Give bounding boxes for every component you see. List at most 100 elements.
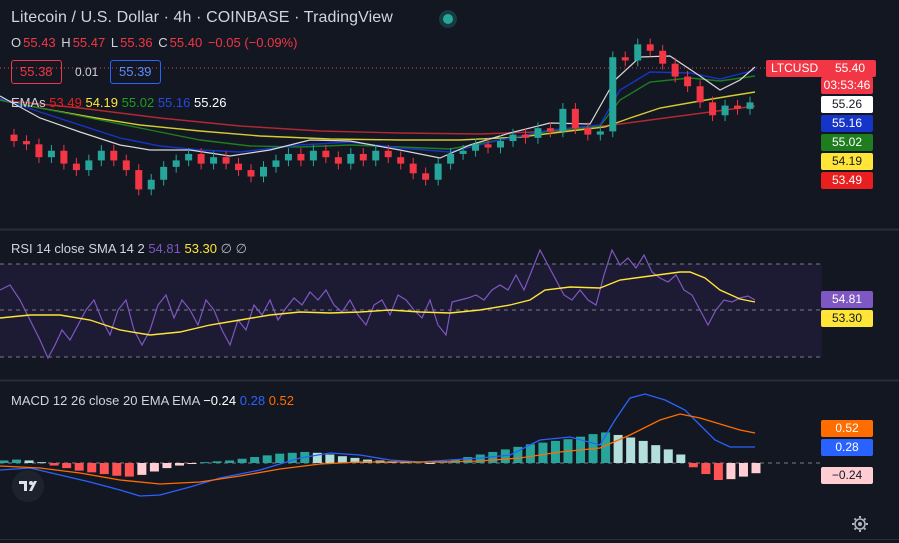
macd-histogram-bar: [601, 432, 611, 463]
ohlc-high-label: H: [61, 35, 71, 50]
macd-histogram: [0, 432, 761, 480]
rsi-legend[interactable]: RSI 14 close SMA 14 2 54.81 53.30 ∅ ∅: [11, 241, 247, 257]
macd-histogram-bar: [74, 463, 84, 471]
rsi-label: RSI 14 close SMA 14 2: [11, 241, 145, 256]
candle-body: [459, 150, 467, 154]
candle-body: [584, 128, 592, 135]
candle-body: [197, 153, 205, 164]
candle-body: [472, 144, 480, 151]
macd-histogram-bar: [162, 463, 172, 469]
candle-body: [434, 163, 442, 180]
candle-body: [135, 170, 143, 190]
macd-signal-tag: 0.52: [821, 420, 873, 437]
macd-histogram-bar: [62, 463, 72, 469]
macd-histogram-bar: [187, 463, 197, 464]
candle-body: [621, 57, 629, 61]
macd-histogram-bar: [701, 463, 711, 475]
candle-body: [10, 134, 18, 142]
macd-histogram-bar: [237, 458, 247, 463]
sell-button[interactable]: 55.38: [11, 60, 62, 84]
ema-value-green: 55.02: [121, 95, 155, 110]
candle-body: [521, 134, 529, 138]
rsi-value: 54.81: [148, 241, 181, 256]
ohlc-readout: O 55.43 H 55.47 L 55.36 C 55.40 −0.05 (−0.09…: [11, 35, 299, 50]
macd-legend[interactable]: MACD 12 26 close 20 EMA EMA −0.24 0.28 0…: [11, 393, 294, 408]
rsi-tag: 54.81: [821, 291, 873, 308]
candle-body: [372, 150, 380, 161]
tradingview-logo[interactable]: [12, 470, 44, 502]
candle-body: [397, 157, 405, 164]
macd-histogram-bar: [212, 461, 222, 463]
macd-histogram-bar: [24, 460, 34, 463]
ema-legend[interactable]: EMAs 53.49 54.19 55.02 55.16 55.26: [11, 95, 227, 110]
macd-histogram-bar: [688, 463, 698, 468]
ohlc-low: 55.36: [120, 35, 153, 50]
candle-body: [72, 163, 80, 171]
candle-body: [484, 144, 492, 148]
candle-body: [97, 150, 105, 161]
market-open-indicator: [443, 14, 453, 24]
rsi-sma-tag: 53.30: [821, 310, 873, 327]
macd-histogram-bar: [250, 457, 260, 463]
macd-histogram-bar: [751, 463, 761, 474]
bar-countdown: 03:53:46: [821, 77, 873, 94]
candle-body: [47, 150, 55, 158]
candle-body: [334, 157, 342, 164]
macd-histogram-bar: [638, 440, 648, 463]
macd-histogram-bar: [99, 463, 109, 475]
macd-histogram-bar: [275, 453, 285, 463]
candle-body: [509, 134, 517, 142]
ohlc-low-label: L: [110, 35, 119, 50]
candle-body: [122, 160, 130, 171]
candle-body: [609, 57, 617, 132]
ema-tag-white: 55.26: [821, 96, 873, 113]
candle-body: [259, 166, 267, 177]
macd-histogram-bar: [337, 456, 347, 463]
macd-histogram-bar: [149, 463, 159, 472]
last-price: 55.40: [835, 61, 866, 75]
macd-histogram-bar: [37, 462, 47, 464]
candle-body: [172, 160, 180, 167]
candle-body: [696, 86, 704, 103]
gear-icon[interactable]: [852, 516, 868, 532]
symbol-name: LTCUSD: [771, 61, 819, 75]
macd-histogram-bar: [0, 460, 9, 463]
macd-histogram-bar: [112, 463, 122, 476]
ohlc-high: 55.47: [72, 35, 106, 50]
macd-histogram-bar: [676, 454, 686, 463]
candle-body: [734, 105, 742, 109]
macd-histogram-bar: [49, 463, 59, 466]
rsi-sma-value: 53.30: [184, 241, 218, 256]
macd-histogram-bar: [174, 463, 184, 466]
candle-body: [571, 108, 579, 129]
candle-body: [247, 170, 255, 177]
macd-histogram-bar: [651, 445, 661, 463]
ema-tag-red: 53.49: [821, 172, 873, 189]
candle-body: [235, 163, 243, 171]
candle-body: [185, 153, 193, 161]
macd-histogram-bar: [726, 463, 736, 480]
candle-body: [147, 179, 155, 190]
candle-body: [322, 150, 330, 158]
spread-value: 0.01: [75, 65, 99, 79]
ema-label: EMAs: [11, 95, 46, 110]
ohlc-change: −0.05 (−0.09%): [207, 35, 298, 50]
candle-body: [746, 102, 754, 109]
candle-body: [409, 163, 417, 174]
candle-body: [596, 131, 604, 135]
macd-histogram-bar: [463, 457, 473, 463]
candle-body: [110, 150, 118, 161]
ema-tag-blue: 55.16: [821, 115, 873, 132]
candle-body: [559, 108, 567, 132]
candle-body: [284, 153, 292, 161]
candle-body: [659, 50, 667, 64]
symbol-price-tag[interactable]: LTCUSD 55.40: [766, 60, 876, 77]
buy-button[interactable]: 55.39: [110, 60, 161, 84]
ohlc-close-label: C: [158, 35, 168, 50]
ema-tag-green: 55.02: [821, 134, 873, 151]
ohlc-open: 55.43: [23, 35, 56, 50]
macd-histogram-bar: [525, 444, 535, 463]
ema-tag-yellow: 54.19: [821, 153, 873, 170]
ema-value-white: 55.26: [193, 95, 227, 110]
macd-histogram-bar: [87, 463, 97, 473]
